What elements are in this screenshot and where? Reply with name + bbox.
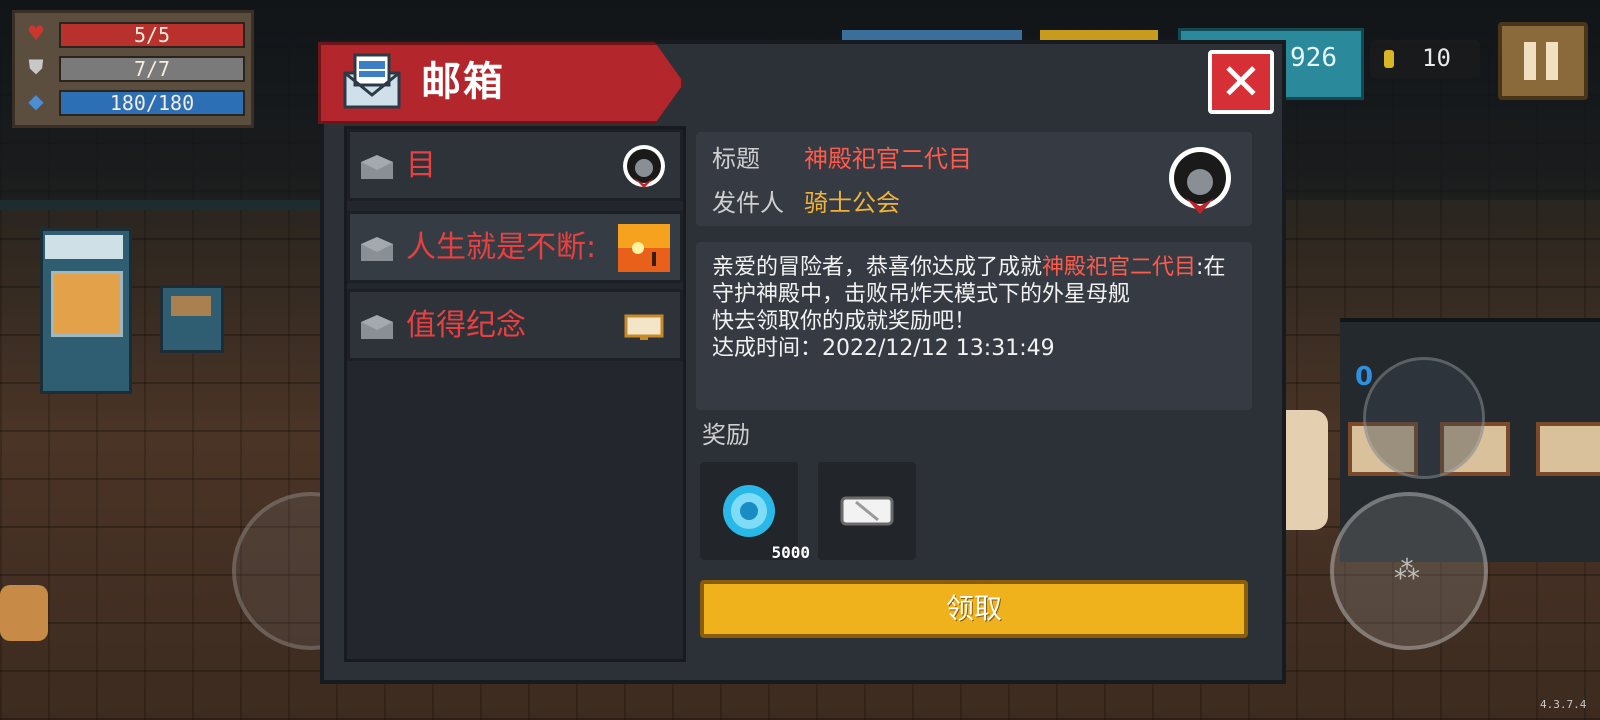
coin-icon: [1384, 50, 1394, 68]
sender-label: 发件人: [712, 189, 784, 217]
close-icon: ✕: [1220, 53, 1262, 111]
title-label: 标题: [712, 145, 760, 173]
pause-icon: [1524, 42, 1536, 80]
envelope-icon: [361, 155, 393, 179]
energy-bar: 180/180: [59, 90, 245, 116]
mailbox-title: 邮箱: [421, 59, 505, 105]
gem-count: 926: [1290, 43, 1337, 73]
armor-row: ⛊ 7/7: [15, 53, 251, 82]
mailbox-dialog: 邮箱 ✕ 目 人生就是不断: 值得纪念 标题 神殿祀官二代目 发件人 骑士公会 …: [318, 40, 1286, 684]
wall-strip: [0, 200, 320, 210]
envelope-icon: [361, 237, 393, 261]
mail-list: 目 人生就是不断: 值得纪念: [344, 126, 686, 662]
claim-label: 领取: [945, 592, 1002, 625]
reward-count: 5000: [771, 543, 810, 562]
mail-item[interactable]: 值得纪念: [347, 289, 683, 361]
sender-avatar-icon: [1169, 147, 1231, 214]
sunset-picture-icon: [618, 224, 670, 272]
energy-diamond-icon: ◆: [28, 89, 44, 113]
sender-avatar-icon: [623, 145, 665, 188]
shield-icon: ⛊: [28, 55, 44, 79]
body-achievement: 神殿祀官二代目: [1042, 255, 1197, 280]
energy-value: 180/180: [109, 91, 195, 115]
rewards-label: 奖励: [702, 421, 750, 449]
body-intro: 亲爱的冒险者，恭喜你达成了成就: [712, 255, 1043, 280]
energy-row: ◆ 180/180: [15, 87, 251, 116]
mail-body: 亲爱的冒险者，恭喜你达成了成就神殿祀官二代目:在守护神殿中，击败吊炸天模式下的外…: [696, 242, 1252, 410]
vending-machine: [40, 228, 132, 394]
coin-count: 10: [1422, 44, 1451, 72]
mail-body-text: 亲爱的冒险者，恭喜你达成了成就神殿祀官二代目:在守护神殿中，击败吊炸天模式下的外…: [712, 254, 1232, 362]
screen-picture-icon: [624, 314, 664, 340]
hp-row: ♥ 5/5: [15, 19, 251, 48]
body-time: 达成时间：2022/12/12 13:31:49: [712, 336, 1055, 361]
pause-button[interactable]: [1498, 22, 1588, 100]
mail-title-value: 神殿祀官二代目: [804, 145, 972, 173]
attack-icon: ⁂: [1394, 556, 1420, 586]
storage-box: [160, 285, 224, 353]
player-stats-panel: ♥ 5/5 ⛊ 7/7 ◆ 180/180: [12, 10, 254, 128]
hp-bar: 5/5: [59, 22, 245, 48]
mailbox-title-tab: 邮箱: [318, 42, 684, 124]
heart-icon: ♥: [27, 21, 45, 45]
mail-detail-header: 标题 神殿祀官二代目 发件人 骑士公会: [696, 132, 1252, 226]
coin-counter: 10: [1370, 40, 1480, 78]
envelope-icon: [361, 315, 393, 339]
version-label: 4.3.7.4: [1540, 698, 1587, 711]
armor-bar: 7/7: [59, 56, 245, 82]
mail-item[interactable]: 目: [347, 129, 683, 201]
weapon-frame: [1536, 422, 1600, 476]
armor-value: 7/7: [133, 57, 171, 81]
body-line2: 快去领取你的成就奖励吧！: [712, 309, 977, 334]
mail-item-label: 目: [406, 148, 436, 183]
mail-item[interactable]: 人生就是不断:: [347, 211, 683, 283]
weapon-switch-button[interactable]: [1363, 357, 1485, 479]
pet-critter: [0, 585, 48, 641]
attack-joystick[interactable]: ⁂: [1330, 492, 1488, 650]
hp-value: 5/5: [133, 23, 171, 47]
mail-envelope-icon: [343, 53, 401, 109]
gem-icon: [723, 485, 775, 537]
close-button[interactable]: ✕: [1208, 50, 1274, 114]
weapon-energy-cost: 0: [1355, 362, 1374, 392]
reward-slot: [818, 462, 916, 560]
reward-slot: 5000: [700, 462, 810, 562]
ticket-icon: [840, 496, 894, 526]
mail-item-label: 值得纪念: [406, 308, 526, 343]
sender-value: 骑士公会: [804, 189, 900, 217]
mail-item-label: 人生就是不断:: [406, 230, 597, 265]
claim-button[interactable]: 领取: [700, 580, 1248, 638]
